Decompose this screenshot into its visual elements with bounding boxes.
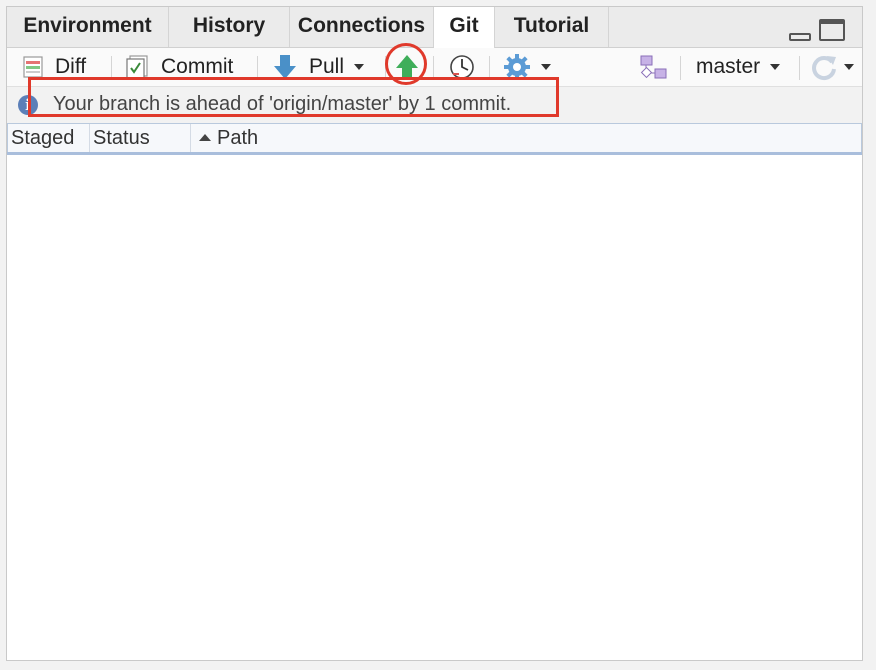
diff-button[interactable]: Diff — [23, 48, 86, 86]
more-options-button[interactable] — [503, 48, 551, 86]
column-header-path-label: Path — [217, 127, 259, 149]
toolbar-divider — [385, 56, 386, 80]
commit-label: Commit — [161, 55, 234, 78]
info-icon: i — [18, 95, 38, 115]
new-branch-button[interactable] — [639, 48, 669, 86]
info-message: Your branch is ahead of 'origin/master' … — [53, 93, 512, 115]
git-toolbar: Diff Commit Pull master — [7, 48, 862, 87]
pull-label: Pull — [309, 55, 345, 78]
sort-ascending-icon — [199, 133, 211, 141]
branch-label: master — [696, 55, 761, 78]
toolbar-divider — [799, 56, 800, 80]
gear-icon — [503, 53, 531, 81]
column-header-path[interactable]: Path — [191, 124, 391, 152]
toolbar-divider — [111, 56, 112, 80]
diff-label: Diff — [55, 55, 87, 78]
git-pane: Environment History Connections Git Tuto… — [6, 6, 863, 661]
commit-button[interactable]: Commit — [125, 48, 233, 86]
tab-git[interactable]: Git — [434, 7, 495, 48]
refresh-button[interactable] — [810, 48, 854, 86]
toolbar-divider — [257, 56, 258, 80]
pull-dropdown-caret-icon[interactable] — [354, 64, 365, 70]
column-header-staged[interactable]: Staged — [8, 124, 90, 152]
history-icon — [449, 54, 475, 80]
pull-button[interactable]: Pull — [273, 48, 365, 86]
branch-caret-icon — [770, 64, 781, 70]
commit-icon — [125, 55, 149, 79]
tab-environment[interactable]: Environment — [7, 7, 169, 47]
history-button[interactable] — [449, 48, 475, 86]
info-bar: i Your branch is ahead of 'origin/master… — [7, 87, 862, 124]
more-options-caret-icon[interactable] — [541, 64, 551, 70]
minimize-pane-icon[interactable] — [789, 33, 811, 41]
column-header-status[interactable]: Status — [90, 124, 191, 152]
tab-bar: Environment History Connections Git Tuto… — [7, 7, 862, 48]
tab-connections[interactable]: Connections — [290, 7, 434, 47]
refresh-icon — [810, 53, 838, 81]
push-icon — [395, 54, 419, 80]
branch-select[interactable]: master — [696, 48, 781, 86]
diff-icon — [23, 56, 43, 78]
toolbar-divider — [489, 56, 490, 80]
branch-icon — [639, 54, 669, 80]
refresh-caret-icon[interactable] — [844, 64, 854, 70]
maximize-pane-icon[interactable] — [819, 19, 845, 41]
toolbar-divider — [680, 56, 681, 80]
changes-list — [7, 155, 862, 660]
toolbar-divider — [433, 56, 434, 80]
tab-history[interactable]: History — [169, 7, 290, 47]
tab-tutorial[interactable]: Tutorial — [495, 7, 609, 47]
table-header: Staged Status Path — [7, 123, 862, 153]
push-button[interactable] — [395, 48, 419, 86]
pull-icon — [273, 54, 297, 80]
